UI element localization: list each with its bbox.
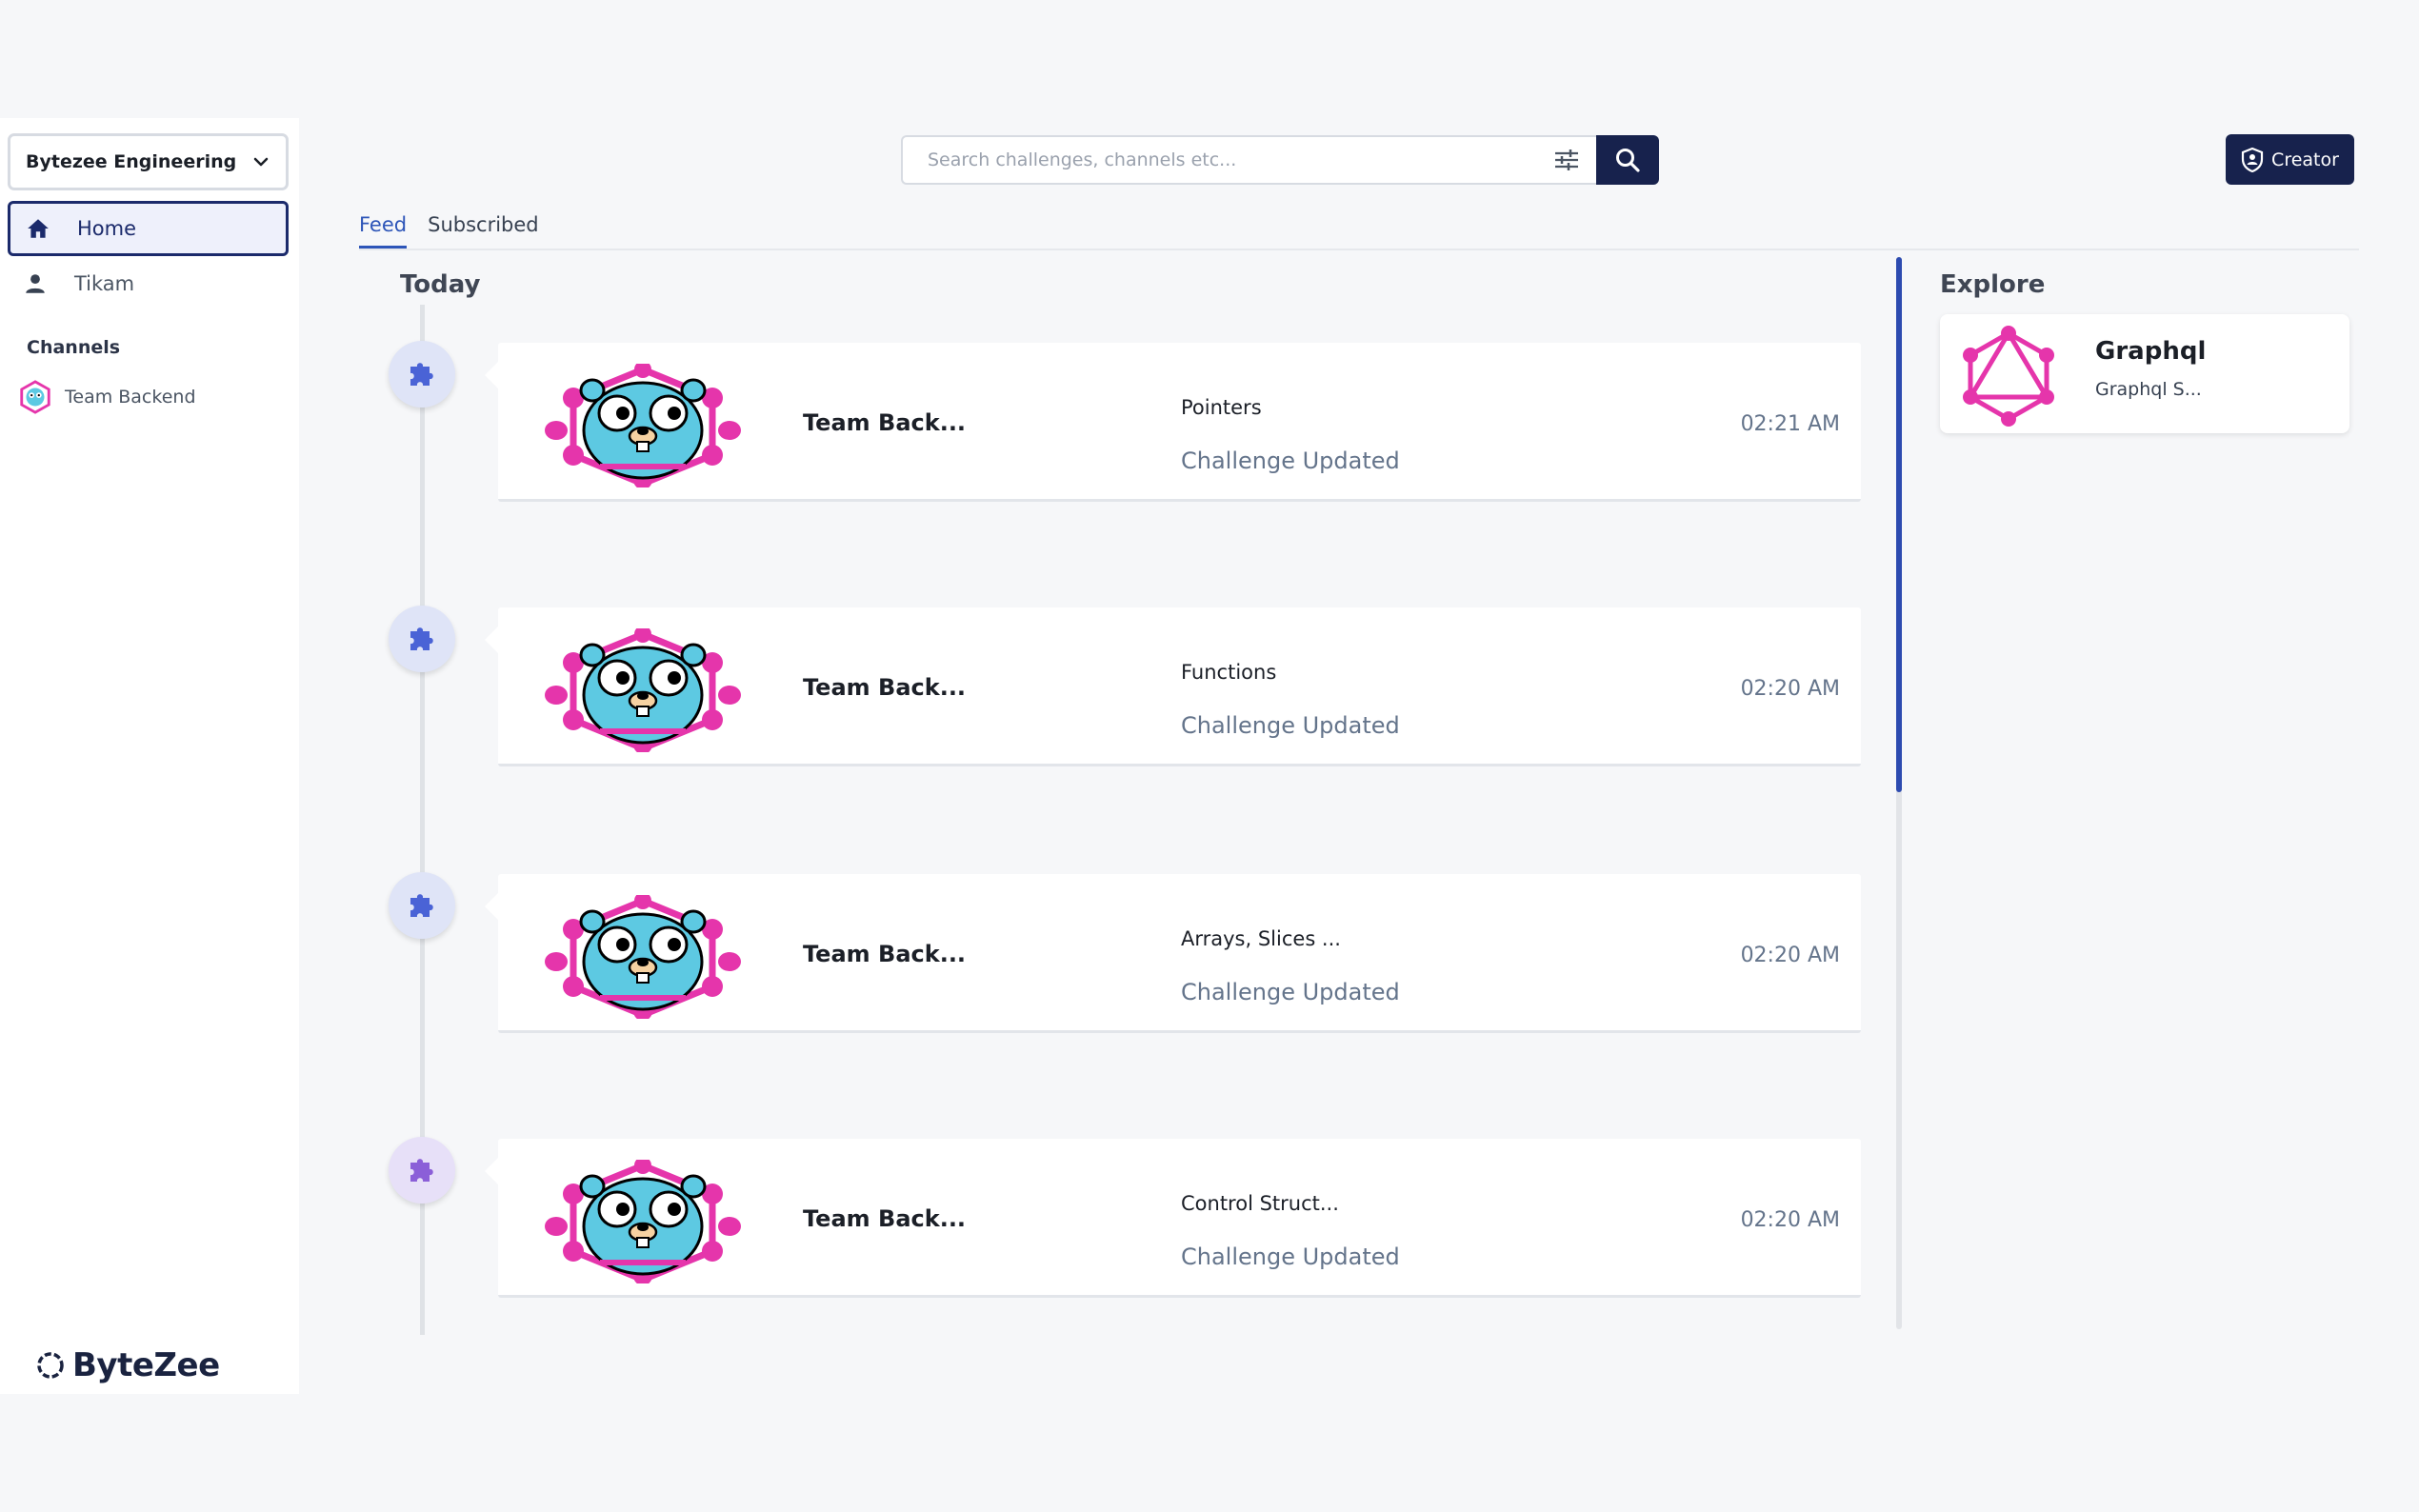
timeline-dot xyxy=(389,606,455,672)
search-box xyxy=(901,135,1596,185)
tab-subscribed[interactable]: Subscribed xyxy=(428,213,539,249)
feed-channel-name[interactable]: Team Back... xyxy=(803,409,966,436)
search-button[interactable] xyxy=(1596,135,1659,185)
sidebar-item-home[interactable]: Home xyxy=(8,201,289,256)
timeline-dot xyxy=(389,1137,455,1204)
feed-scrollbar-thumb[interactable] xyxy=(1896,257,1902,792)
sidebar-item-label: Tikam xyxy=(74,272,135,295)
card-notch xyxy=(485,627,498,653)
channel-item-team-backend[interactable]: Team Backend xyxy=(17,379,196,415)
shield-user-icon xyxy=(2241,147,2264,172)
logo-text: ByteZee xyxy=(72,1346,220,1384)
feed-channel-name[interactable]: Team Back... xyxy=(803,1205,966,1232)
feed-card[interactable]: Team Back... Arrays, Slices ... Challeng… xyxy=(485,874,1861,1033)
graphql-logo-icon xyxy=(1963,326,2054,427)
person-icon xyxy=(26,274,45,293)
puzzle-icon xyxy=(410,363,433,386)
channel-avatar xyxy=(543,361,743,491)
feed-card[interactable]: Team Back... Pointers Challenge Updated … xyxy=(485,343,1861,502)
creator-button[interactable]: Creator xyxy=(2226,134,2354,185)
channel-avatar xyxy=(543,1157,743,1287)
channel-avatar xyxy=(543,892,743,1023)
card-notch xyxy=(485,893,498,920)
puzzle-icon xyxy=(410,627,433,650)
explore-title: Explore xyxy=(1940,270,2046,299)
timeline-dot xyxy=(389,872,455,939)
sidebar: Bytezee Engineering Home Tikam Channels … xyxy=(0,118,299,1394)
feed-timestamp: 02:21 AM xyxy=(1740,412,1840,436)
sidebar-item-label: Home xyxy=(77,217,137,240)
bytezee-logo-icon xyxy=(37,1352,64,1379)
feed-status: Challenge Updated xyxy=(1181,1243,1400,1270)
explore-item-name: Graphql xyxy=(2095,337,2207,366)
tabs-divider xyxy=(359,249,2359,250)
feed-timestamp: 02:20 AM xyxy=(1740,677,1840,701)
chevron-down-icon xyxy=(253,157,269,167)
feed-channel-name[interactable]: Team Back... xyxy=(803,941,966,967)
search-bar xyxy=(901,135,1659,185)
explore-item-description: Graphql S... xyxy=(2095,379,2202,400)
feed-challenge-title[interactable]: Pointers xyxy=(1181,396,1262,419)
puzzle-icon xyxy=(410,1159,433,1182)
puzzle-icon xyxy=(410,894,433,917)
feed-tabs: Feed Subscribed xyxy=(359,213,560,249)
feed-section-label: Today xyxy=(400,270,481,299)
gopher-icon xyxy=(545,361,741,489)
home-icon xyxy=(28,219,49,238)
feed-timestamp: 02:20 AM xyxy=(1740,1208,1840,1232)
timeline-dot xyxy=(389,341,455,408)
feed-challenge-title[interactable]: Control Struct... xyxy=(1181,1192,1339,1215)
sidebar-item-user[interactable]: Tikam xyxy=(8,256,289,311)
bytezee-logo[interactable]: ByteZee xyxy=(34,1346,220,1384)
feed-card[interactable]: Team Back... Control Struct... Challenge… xyxy=(485,1139,1861,1298)
filter-sliders-icon[interactable] xyxy=(1552,146,1581,174)
feed-timestamp: 02:20 AM xyxy=(1740,944,1840,967)
channel-label: Team Backend xyxy=(65,387,196,408)
feed-challenge-title[interactable]: Arrays, Slices ... xyxy=(1181,927,1341,950)
search-input[interactable] xyxy=(928,149,1552,170)
search-icon xyxy=(1616,149,1640,172)
gopher-icon xyxy=(545,892,741,1021)
feed-channel-name[interactable]: Team Back... xyxy=(803,674,966,701)
feed-status: Challenge Updated xyxy=(1181,712,1400,739)
tab-feed[interactable]: Feed xyxy=(359,213,408,249)
org-name: Bytezee Engineering xyxy=(26,151,237,172)
channel-avatar xyxy=(543,626,743,756)
channels-heading: Channels xyxy=(27,337,121,358)
org-selector[interactable]: Bytezee Engineering xyxy=(8,133,289,190)
feed-card[interactable]: Team Back... Functions Challenge Updated… xyxy=(485,607,1861,766)
explore-card-graphql[interactable]: Graphql Graphql S... xyxy=(1940,314,2349,433)
creator-label: Creator xyxy=(2271,149,2339,170)
card-notch xyxy=(485,1158,498,1184)
gopher-icon xyxy=(545,1157,741,1285)
feed-status: Challenge Updated xyxy=(1181,979,1400,1005)
gopher-avatar-icon xyxy=(20,380,50,414)
feed-challenge-title[interactable]: Functions xyxy=(1181,661,1276,684)
gopher-icon xyxy=(545,626,741,754)
feed-status: Challenge Updated xyxy=(1181,448,1400,474)
card-notch xyxy=(485,362,498,388)
